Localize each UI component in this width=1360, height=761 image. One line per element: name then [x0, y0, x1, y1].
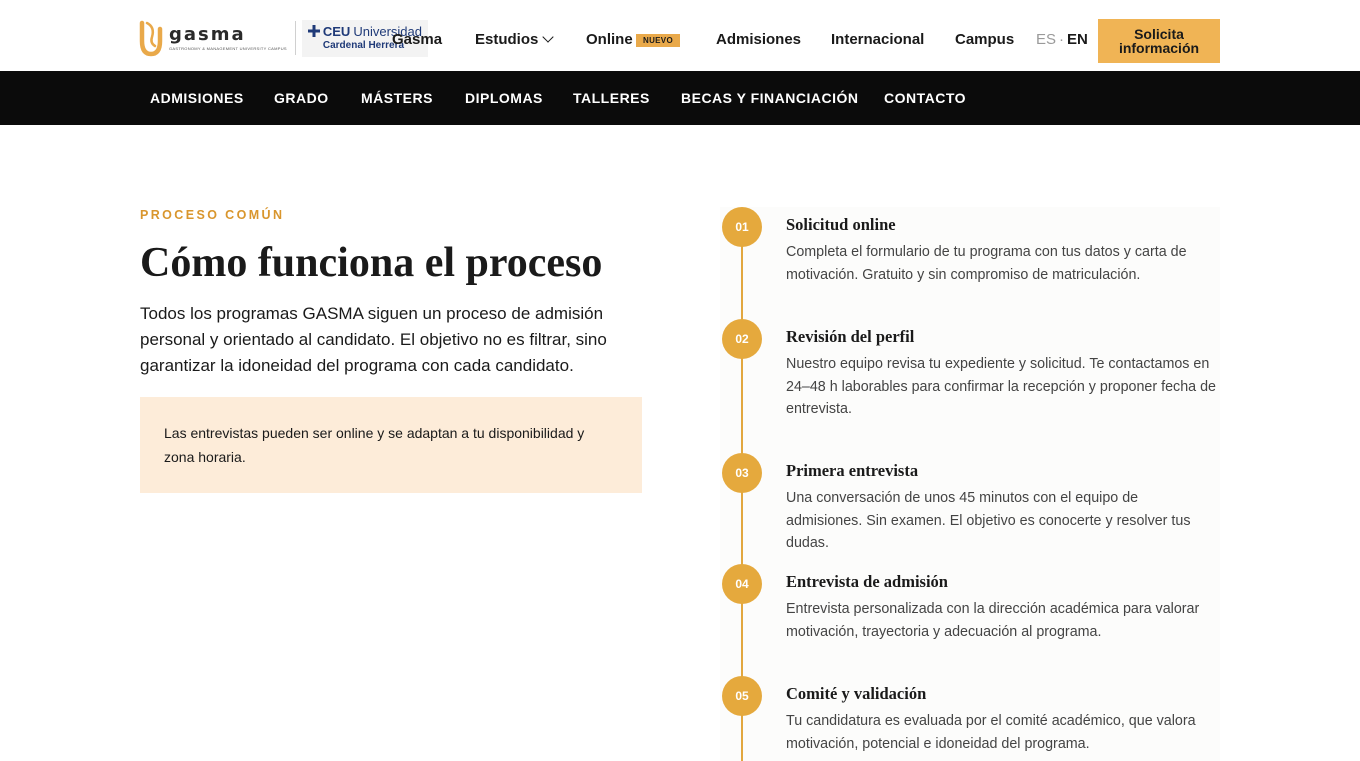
cta-line1: Solicita	[1134, 26, 1184, 42]
subnav-masters[interactable]: MÁSTERS	[361, 89, 433, 107]
section-nav: ADMISIONES GRADO MÁSTERS DIPLOMAS TALLER…	[0, 71, 1360, 125]
top-header: gasma GASTRONOMY & MANAGEMENT UNIVERSITY…	[0, 0, 1360, 71]
nav-estudios-label: Estudios	[475, 31, 539, 48]
subnav-grado[interactable]: GRADO	[274, 89, 329, 107]
logo-divider	[294, 21, 296, 55]
new-badge: NUEVO	[636, 34, 680, 47]
step-number: 05	[722, 676, 762, 716]
step-description: Tu candidatura es evaluada por el comité…	[786, 713, 1196, 752]
ceu-cross-icon	[307, 25, 320, 37]
subnav-talleres[interactable]: TALLERES	[573, 89, 650, 107]
page-title: Cómo funciona el proceso	[140, 240, 603, 286]
step-description: Nuestro equipo revisa tu expediente y so…	[786, 356, 1216, 417]
subnav-admisiones[interactable]: ADMISIONES	[150, 89, 244, 107]
gasma-logo-icon	[139, 20, 163, 57]
logo-tagline: GASTRONOMY & MANAGEMENT UNIVERSITY CAMPU…	[169, 46, 287, 51]
logo-wordmark: gasma GASTRONOMY & MANAGEMENT UNIVERSITY…	[169, 24, 287, 52]
nav-campus[interactable]: Campus	[955, 31, 1014, 49]
chevron-down-icon	[542, 31, 555, 43]
subnav-becas[interactable]: BECAS Y FINANCIACIÓN	[681, 89, 859, 107]
lang-es[interactable]: ES	[1036, 31, 1056, 48]
nav-online[interactable]: Online	[586, 31, 633, 49]
logo-group[interactable]: gasma GASTRONOMY & MANAGEMENT UNIVERSITY…	[139, 19, 428, 57]
process-timeline	[720, 207, 1220, 761]
nav-estudios[interactable]: Estudios	[475, 31, 555, 49]
step-number: 03	[722, 453, 762, 493]
step-number: 02	[722, 319, 762, 359]
step-title: Solicitud online	[786, 215, 896, 234]
step-description: Entrevista personalizada con la direcció…	[786, 601, 1200, 640]
notice-text: Las entrevistas pueden ser online y se a…	[164, 425, 585, 465]
interview-notice: Las entrevistas pueden ser online y se a…	[140, 397, 642, 493]
subnav-contacto[interactable]: CONTACTO	[884, 89, 966, 107]
ceu-label: CEU	[322, 23, 351, 39]
step-description: Completa el formulario de tu programa co…	[786, 244, 1187, 283]
step-title: Primera entrevista	[786, 461, 919, 480]
lang-separator: ·	[1059, 31, 1065, 48]
logo-name: gasma	[169, 24, 246, 45]
cta-line2: información	[1118, 40, 1200, 56]
nav-gasma[interactable]: Gasma	[392, 31, 442, 49]
section-eyebrow: PROCESO COMÚN	[140, 208, 285, 222]
step-title: Entrevista de admisión	[786, 572, 948, 591]
language-switcher: ES · EN	[1036, 31, 1088, 49]
lang-en[interactable]: EN	[1067, 31, 1088, 48]
step-title: Revisión del perfil	[786, 327, 915, 346]
step-number: 04	[722, 564, 762, 604]
step-description: Una conversación de unos 45 minutos con …	[786, 490, 1191, 551]
subnav-diplomas[interactable]: DIPLOMAS	[465, 89, 543, 107]
request-info-button[interactable]: Solicita información	[1098, 19, 1220, 63]
intro-paragraph: Todos los programas GASMA siguen un proc…	[140, 304, 607, 375]
nav-admisiones[interactable]: Admisiones	[716, 31, 801, 49]
step-number: 01	[722, 207, 762, 247]
nav-internacional[interactable]: Internacional	[831, 31, 924, 49]
step-title: Comité y validación	[786, 684, 927, 703]
